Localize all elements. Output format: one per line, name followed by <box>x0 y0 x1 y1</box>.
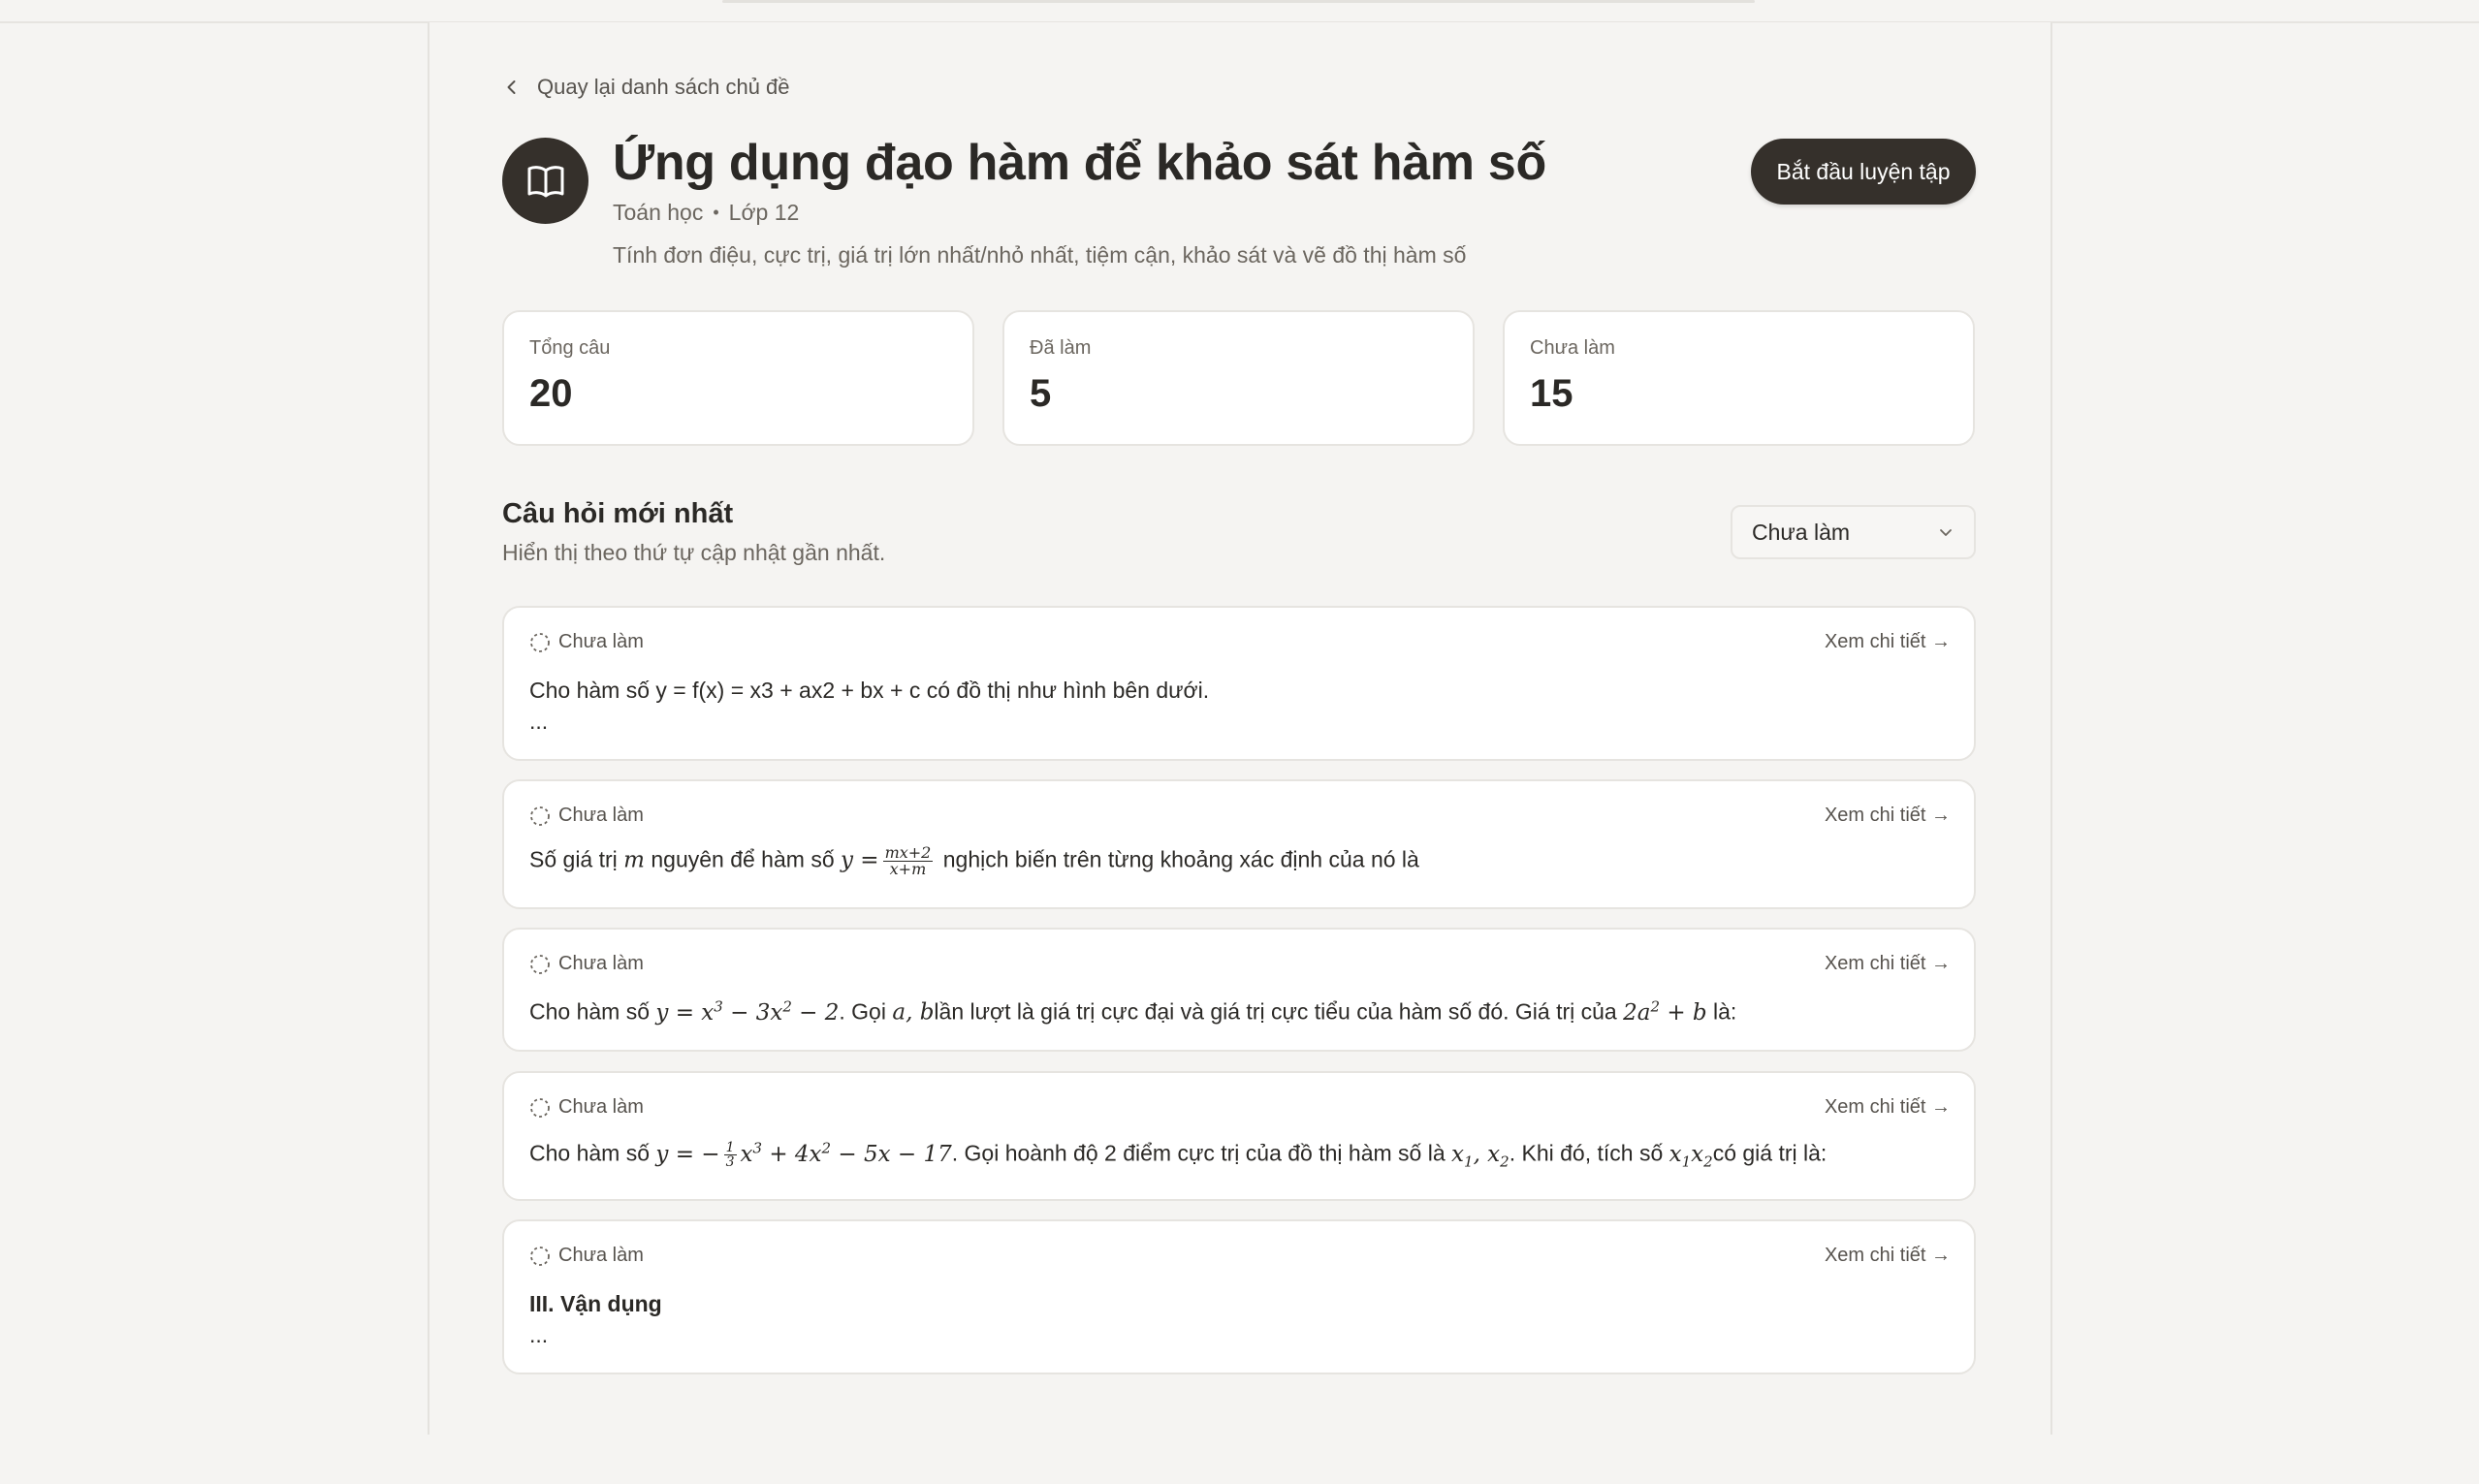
topic-description: Tính đơn điệu, cực trị, giá trị lớn nhất… <box>613 242 1467 268</box>
stat-value: 20 <box>529 372 573 415</box>
top-bar <box>0 0 2479 23</box>
subject-label: Toán học <box>613 200 704 225</box>
topic-meta: Toán học • Lớp 12 <box>613 200 799 226</box>
question-card[interactable]: Chưa làm Xem chi tiết → Số giá trị m ngu… <box>502 779 1976 909</box>
stat-label: Chưa làm <box>1530 337 1615 359</box>
dashed-circle-icon <box>530 805 550 826</box>
page-title: Ứng dụng đạo hàm để khảo sát hàm số <box>613 135 1546 191</box>
dashed-circle-icon <box>530 1097 550 1118</box>
question-status-label: Chưa làm <box>558 631 644 652</box>
question-text: Cho hàm số y = x3 − 3x2 − 2. Gọi a, blần… <box>529 997 1737 1026</box>
question-text: Cho hàm số y = −1 3 x3 + 4x2 − 5x − 17. Gọ… <box>529 1139 1827 1171</box>
question-text: Số giá trị m nguyên để hàm số y = mx+2 x+m… <box>529 843 1419 878</box>
question-status-label: Chưa làm <box>558 1245 644 1266</box>
question-ellipsis: ... <box>529 709 549 734</box>
question-status: Chưa làm <box>529 1096 644 1119</box>
stat-card-total: Tổng câu 20 <box>502 310 974 446</box>
question-status: Chưa làm <box>529 1245 644 1267</box>
question-status: Chưa làm <box>529 953 644 975</box>
back-link[interactable]: Quay lại danh sách chủ đề <box>502 70 790 105</box>
stat-value: 5 <box>1030 372 1052 415</box>
section-subtitle: Hiển thị theo thứ tự cập nhật gần nhất. <box>502 540 886 565</box>
chevron-down-icon <box>1940 529 1952 536</box>
chevron-left-icon <box>507 80 516 94</box>
dashed-circle-icon <box>530 632 550 652</box>
question-card[interactable]: Chưa làm Xem chi tiết → Cho hàm số y = −… <box>502 1071 1976 1201</box>
view-detail-link[interactable]: Xem chi tiết → <box>1825 805 1951 827</box>
question-card[interactable]: Chưa làm Xem chi tiết → Cho hàm số y = f… <box>502 606 1976 761</box>
grade-label: Lớp 12 <box>728 200 800 225</box>
question-ellipsis: ... <box>529 1322 549 1347</box>
stat-card-not-done: Chưa làm 15 <box>1503 310 1975 446</box>
stat-label: Đã làm <box>1030 337 1092 359</box>
top-scroll-indicator <box>722 0 1755 3</box>
question-status: Chưa làm <box>529 631 644 653</box>
view-detail-link[interactable]: Xem chi tiết → <box>1825 631 1951 653</box>
dashed-circle-icon <box>530 954 550 974</box>
question-status-label: Chưa làm <box>558 805 644 826</box>
back-link-label: Quay lại danh sách chủ đề <box>537 75 790 99</box>
stat-label: Tổng câu <box>529 337 611 359</box>
topic-avatar <box>502 138 588 224</box>
question-text: Cho hàm số y = f(x) = x3 + ax2 + bx + c … <box>529 678 1210 703</box>
dashed-circle-icon <box>530 1246 550 1266</box>
view-detail-link[interactable]: Xem chi tiết → <box>1825 953 1951 975</box>
question-card[interactable]: Chưa làm Xem chi tiết → Cho hàm số y = x… <box>502 928 1976 1052</box>
section-title: Câu hỏi mới nhất <box>502 498 734 529</box>
question-status-label: Chưa làm <box>558 953 644 974</box>
stat-card-done: Đã làm 5 <box>1002 310 1475 446</box>
meta-separator: • <box>713 203 719 222</box>
question-text: III. Vận dụng <box>529 1291 662 1316</box>
stat-value: 15 <box>1530 372 1573 415</box>
book-open-icon <box>527 165 563 197</box>
question-status-label: Chưa làm <box>558 1096 644 1118</box>
status-filter-select[interactable]: Chưa làm <box>1731 505 1976 559</box>
question-status: Chưa làm <box>529 805 644 827</box>
view-detail-link[interactable]: Xem chi tiết → <box>1825 1245 1951 1267</box>
question-card[interactable]: Chưa làm Xem chi tiết → III. Vận dụng ..… <box>502 1219 1976 1374</box>
start-practice-button[interactable]: Bắt đầu luyện tập <box>1751 139 1976 205</box>
filter-value: Chưa làm <box>1752 519 1851 545</box>
view-detail-link[interactable]: Xem chi tiết → <box>1825 1096 1951 1119</box>
